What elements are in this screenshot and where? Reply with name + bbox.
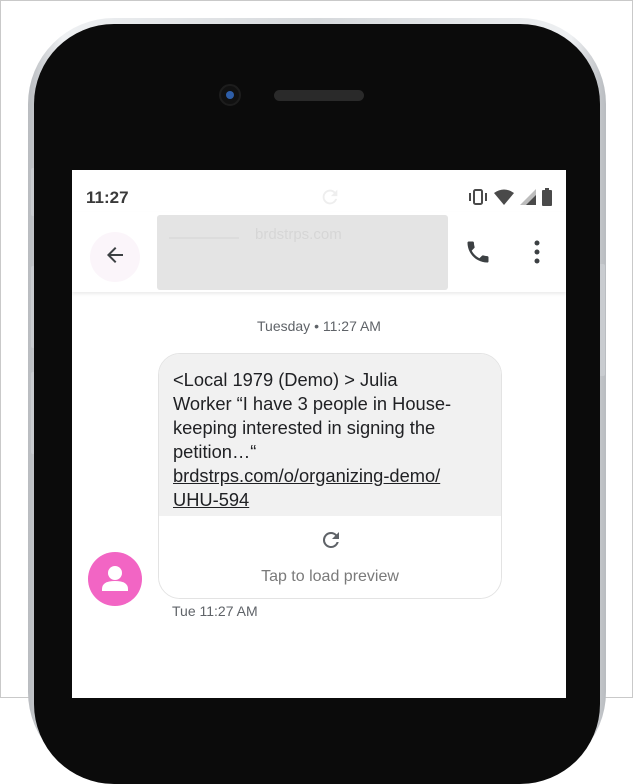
earpiece-speaker bbox=[274, 90, 364, 101]
front-camera bbox=[219, 84, 241, 106]
message-link[interactable]: brdstrps.com/o/organizing-demo/ bbox=[173, 464, 487, 488]
message-timestamp: Tue 11:27 AM bbox=[172, 603, 258, 619]
message-text-line: keeping interested in signing the bbox=[173, 417, 436, 438]
signal-icon bbox=[520, 188, 536, 210]
message-text-line: Worker “I have 3 people in House- bbox=[173, 393, 452, 414]
status-bar: 11:27 bbox=[72, 170, 566, 212]
call-button[interactable] bbox=[464, 238, 492, 271]
avatar[interactable] bbox=[88, 552, 142, 606]
message-link[interactable]: UHU-594 bbox=[173, 488, 487, 512]
more-vert-icon bbox=[527, 240, 547, 270]
preview-label: Tap to load preview bbox=[261, 568, 399, 585]
more-options-button[interactable] bbox=[527, 238, 547, 271]
wifi-icon bbox=[494, 189, 514, 210]
phone-screen: 11:27 brdstrps.com Tuesday • 11:27 AM <L… bbox=[72, 170, 566, 698]
message-bubble[interactable]: <Local 1979 (Demo) > Julia Worker “I hav… bbox=[158, 353, 502, 599]
faint-refresh-icon bbox=[319, 186, 341, 213]
link-preview-loader[interactable]: Tap to load preview bbox=[159, 516, 501, 598]
redacted-contact-name: brdstrps.com bbox=[157, 215, 448, 290]
back-button[interactable] bbox=[90, 232, 140, 282]
message-body: <Local 1979 (Demo) > Julia Worker “I hav… bbox=[159, 354, 501, 516]
status-time: 11:27 bbox=[86, 188, 129, 207]
battery-icon bbox=[542, 187, 552, 211]
arrow-back-icon bbox=[103, 243, 127, 272]
message-text-line: petition…“ bbox=[173, 441, 257, 462]
conversation-header: brdstrps.com bbox=[72, 212, 566, 292]
contact-name: brdstrps.com bbox=[255, 226, 342, 243]
person-icon bbox=[88, 566, 142, 610]
redaction-line bbox=[169, 237, 239, 239]
status-icons bbox=[468, 187, 552, 211]
date-separator: Tuesday • 11:27 AM bbox=[257, 318, 381, 334]
refresh-icon bbox=[319, 528, 343, 557]
phone-icon bbox=[464, 241, 492, 270]
vibrate-icon bbox=[468, 188, 488, 211]
message-text-line: <Local 1979 (Demo) > Julia bbox=[173, 369, 398, 390]
